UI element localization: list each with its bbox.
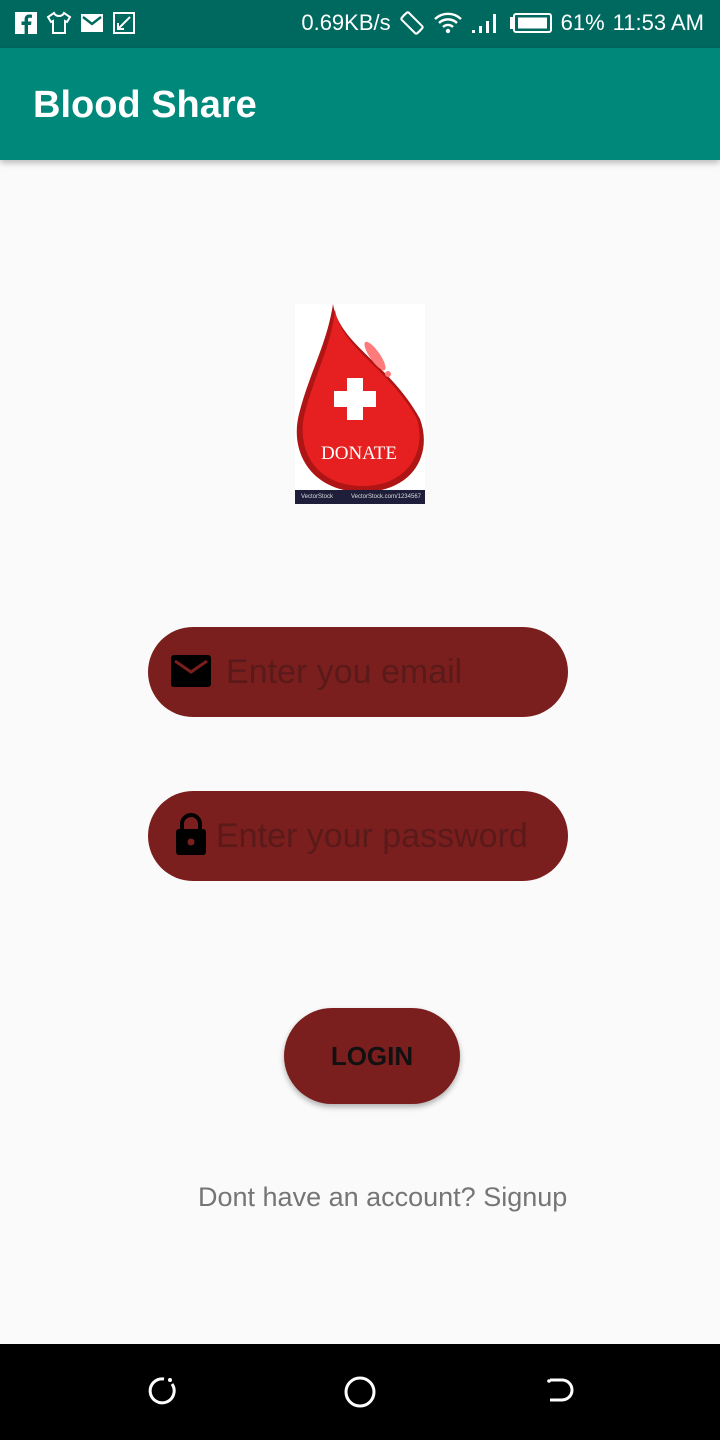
status-left-icons [14,11,136,35]
rotation-lock-icon [399,11,424,35]
donate-logo: DONATE VectorStock VectorStock.com/123456… [295,304,425,504]
screenshot-icon [113,12,135,34]
wifi-icon [433,12,462,34]
app-title: Blood Share [33,84,257,126]
status-right: 0.69KB/s 61% 11:53 AM [301,10,704,36]
battery-icon [509,13,552,33]
signal-icon [471,14,496,33]
net-speed: 0.69KB/s [301,10,391,35]
watermark-right: VectorStock.com/1234567 [350,494,421,500]
status-bar: 0.69KB/s 61% 11:53 AM [0,0,720,48]
email-field[interactable] [148,627,568,717]
login-button[interactable]: LOGIN [284,1008,460,1104]
facebook-icon [15,12,37,34]
password-field[interactable] [148,791,568,881]
mail-icon [81,14,103,32]
donate-text: DONATE [321,443,397,464]
clock: 11:53 AM [612,10,704,35]
watermark-left: VectorStock [301,494,334,500]
watermark-strip: VectorStock VectorStock.com/1234567 [295,490,425,504]
lock-icon [176,813,206,855]
back-icon[interactable] [142,1374,178,1410]
tshirt-icon [46,11,72,34]
recent-apps-icon[interactable] [542,1374,578,1410]
signup-link[interactable]: Dont have an account? Signup [198,1182,567,1213]
blood-drop-icon: DONATE [296,304,424,492]
password-input[interactable] [216,809,556,863]
mail-icon [171,655,211,687]
home-icon[interactable] [342,1374,378,1410]
navigation-bar [0,1344,720,1440]
battery-percent: 61% [560,10,605,35]
app-bar: Blood Share [0,48,720,160]
email-input[interactable] [226,645,546,699]
